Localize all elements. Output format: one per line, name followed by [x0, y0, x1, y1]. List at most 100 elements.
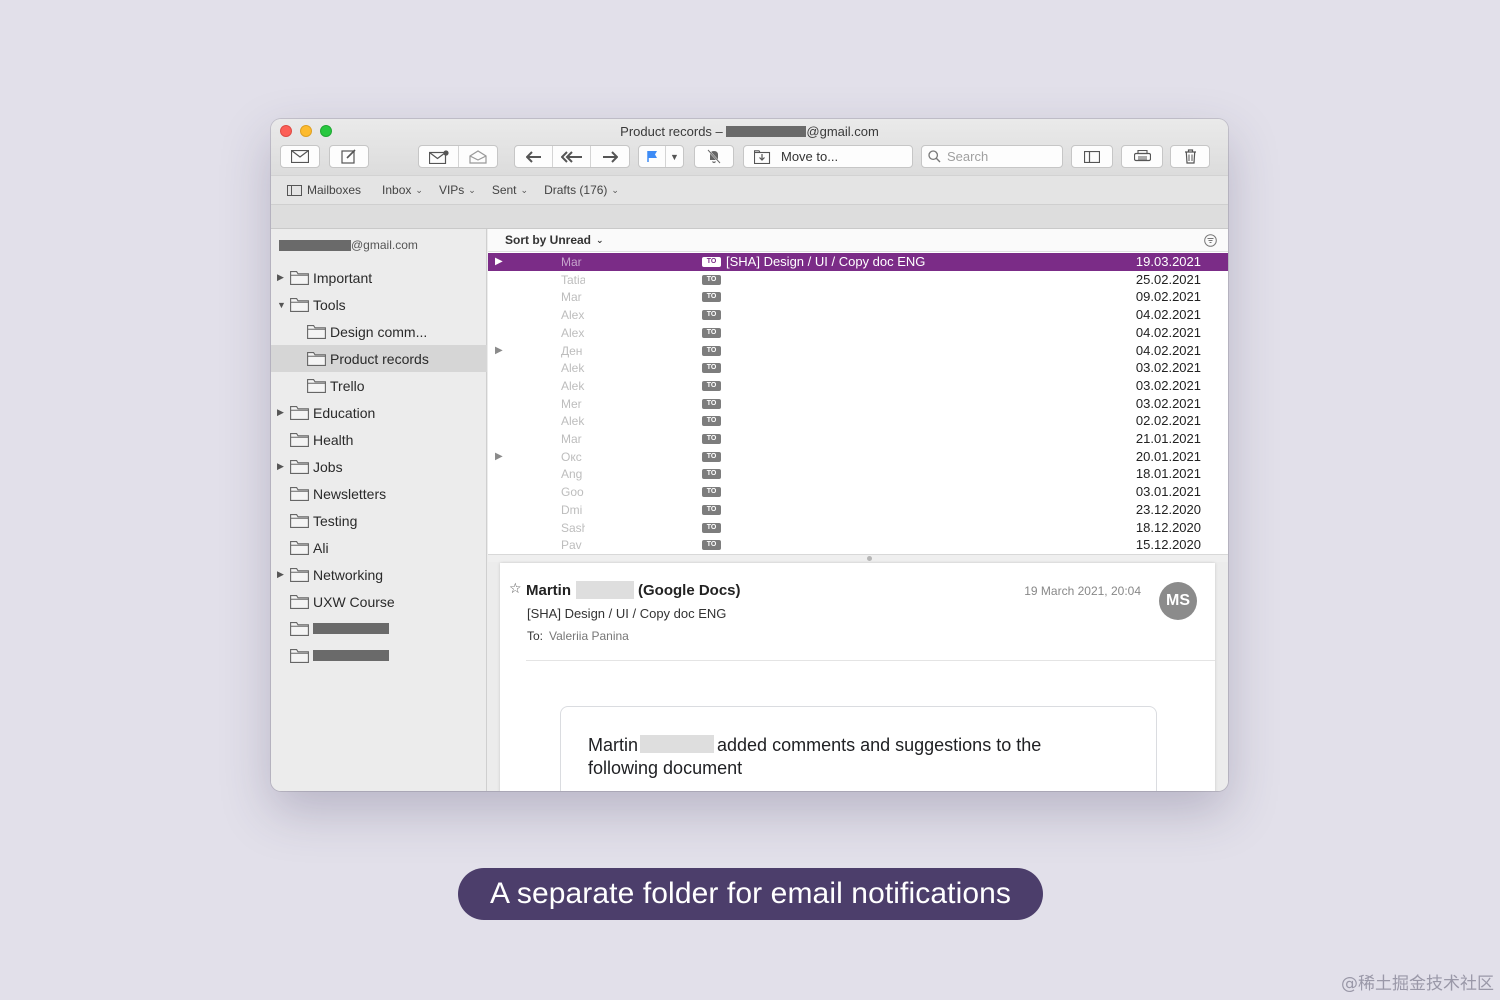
folder-item[interactable]: ▶ Education	[271, 399, 487, 426]
to-badge: TO	[702, 434, 721, 444]
message-row[interactable]: Alek TO 02.02.2021	[488, 412, 1228, 430]
flag-menu-chevron-down-icon[interactable]: ▼	[666, 146, 683, 167]
folder-item[interactable]: Design comm...	[271, 318, 487, 345]
message-row[interactable]: Goo TO 03.01.2021	[488, 483, 1228, 501]
message-row[interactable]: Alex TO 04.02.2021	[488, 324, 1228, 342]
disclosure-right-icon[interactable]: ▶	[277, 461, 287, 472]
folder-item[interactable]: Trello	[271, 372, 487, 399]
splitter-handle[interactable]	[867, 556, 872, 561]
folder-label: Design comm...	[330, 323, 428, 340]
message-row[interactable]: Tatia TO 25.02.2021	[488, 271, 1228, 289]
folder-item[interactable]: Health	[271, 426, 487, 453]
favorites-sent[interactable]: Sent ⌄	[492, 183, 528, 197]
folder-label-wrap: Health	[290, 432, 353, 448]
reply-button[interactable]	[515, 146, 553, 167]
message-row[interactable]: Alek TO 03.02.2021	[488, 377, 1228, 395]
toggle-sidebar-button[interactable]	[1071, 145, 1113, 168]
folder-label: Ali	[313, 539, 329, 556]
folder-icon	[290, 486, 309, 501]
folder-label: Tools	[313, 296, 346, 313]
print-button[interactable]	[1121, 145, 1163, 168]
row-date: 03.02.2021	[1135, 360, 1201, 376]
row-sender: Dmi	[561, 502, 583, 517]
message-row[interactable]: ▶ Окс TO 20.01.2021	[488, 448, 1228, 466]
compose-button[interactable]	[329, 145, 369, 168]
message-row[interactable]: Alek TO 03.02.2021	[488, 359, 1228, 377]
forward-button[interactable]	[591, 146, 629, 167]
caption-banner: A separate folder for email notification…	[458, 868, 1043, 920]
message-row[interactable]: Pav TO 15.12.2020	[488, 536, 1228, 554]
folder-label-wrap: Newsletters	[290, 486, 386, 502]
folder-item[interactable]: Ali	[271, 534, 487, 561]
to-badge: TO	[702, 504, 721, 515]
thread-disclosure-icon[interactable]: ▶	[495, 345, 503, 356]
folder-item[interactable]: Testing	[271, 507, 487, 534]
folder-item[interactable]: ▶ Important	[271, 264, 487, 291]
pane-splitter[interactable]	[488, 554, 1228, 562]
folder-item[interactable]: UXW Course	[271, 588, 487, 615]
favorites-mailboxes[interactable]: Mailboxes	[287, 183, 361, 197]
search-field[interactable]: Search	[921, 145, 1063, 168]
folder-item[interactable]: ▶ Jobs	[271, 453, 487, 480]
folder-item[interactable]: Newsletters	[271, 480, 487, 507]
folder-redacted[interactable]	[271, 642, 487, 669]
row-sender: Alek	[561, 378, 585, 393]
row-date: 03.02.2021	[1135, 395, 1201, 411]
message-row[interactable]: Alex TO 04.02.2021	[488, 306, 1228, 324]
envelope-icon	[291, 150, 309, 163]
message-row[interactable]: Mer TO 03.02.2021	[488, 395, 1228, 413]
move-to-button[interactable]: Move to...	[743, 145, 913, 168]
reply-all-button[interactable]	[553, 146, 591, 167]
mailbox-sidebar: @gmail.com ▶ Important ▼ Tools Design comm..…	[271, 229, 487, 791]
to-badge: TO	[702, 469, 721, 480]
thread-disclosure-icon[interactable]: ▶	[495, 451, 503, 462]
row-date: 02.02.2021	[1135, 413, 1201, 429]
reading-pane: ☆ Martin (Google Docs) 19 March 2021, 20:…	[488, 562, 1228, 791]
folder-icon	[290, 540, 309, 555]
disclosure-right-icon[interactable]: ▶	[277, 407, 287, 418]
folder-item[interactable]: Product records	[271, 345, 487, 372]
printer-icon	[1133, 150, 1151, 162]
message-row[interactable]: ▶ Mar TO [SHA] Design / UI / Copy doc ENG 19…	[488, 253, 1228, 271]
folder-icon	[290, 648, 309, 663]
move-to-label: Move to...	[781, 149, 839, 164]
new-mail-alert-button[interactable]	[419, 146, 459, 167]
disclosure-right-icon[interactable]: ▶	[277, 272, 287, 283]
folder-icon	[307, 351, 326, 366]
row-date: 19.03.2021	[1135, 254, 1201, 269]
message-row[interactable]: Sash TO 18.12.2020	[488, 519, 1228, 537]
to-badge: TO	[702, 398, 721, 409]
star-icon[interactable]: ☆	[509, 580, 522, 597]
avatar: MS	[1159, 582, 1197, 620]
delete-button[interactable]	[1170, 145, 1210, 168]
to-badge: TO	[702, 310, 721, 321]
flag-button[interactable]	[639, 146, 666, 167]
thread-disclosure-icon[interactable]: ▶	[495, 256, 503, 267]
row-sender: Mer	[561, 396, 582, 411]
move-to-folder-icon	[754, 149, 771, 164]
message-date: 19 March 2021, 20:04	[1024, 584, 1141, 598]
favorites-vips[interactable]: VIPs ⌄	[439, 183, 476, 197]
get-mail-button[interactable]	[280, 145, 320, 168]
to-badge: TO	[702, 327, 721, 338]
folder-redacted[interactable]	[271, 615, 487, 642]
account-header-1[interactable]: @gmail.com	[279, 238, 418, 252]
message-row[interactable]: Mar TO 09.02.2021	[488, 288, 1228, 306]
folder-item[interactable]: ▶ Networking	[271, 561, 487, 588]
disclosure-down-icon[interactable]: ▼	[277, 300, 287, 310]
envelope-badge-icon	[428, 149, 449, 164]
compose-icon	[341, 149, 356, 164]
mute-button[interactable]	[694, 145, 734, 168]
disclosure-right-icon[interactable]: ▶	[277, 569, 287, 580]
message-row[interactable]: Mar TO 21.01.2021	[488, 430, 1228, 448]
row-sender: Ден	[561, 343, 583, 358]
favorites-inbox[interactable]: Inbox ⌄	[382, 183, 423, 197]
message-row[interactable]: Dmi TO 23.12.2020	[488, 501, 1228, 519]
archive-button[interactable]	[459, 146, 497, 167]
message-row[interactable]: Ang TO 18.01.2021	[488, 465, 1228, 483]
folder-item[interactable]: ▼ Tools	[271, 291, 487, 318]
bell-slash-icon	[707, 149, 721, 164]
message-row[interactable]: ▶ Ден TO 04.02.2021	[488, 342, 1228, 360]
to-badge: TO	[702, 416, 721, 427]
favorites-drafts[interactable]: Drafts (176) ⌄	[544, 183, 619, 197]
